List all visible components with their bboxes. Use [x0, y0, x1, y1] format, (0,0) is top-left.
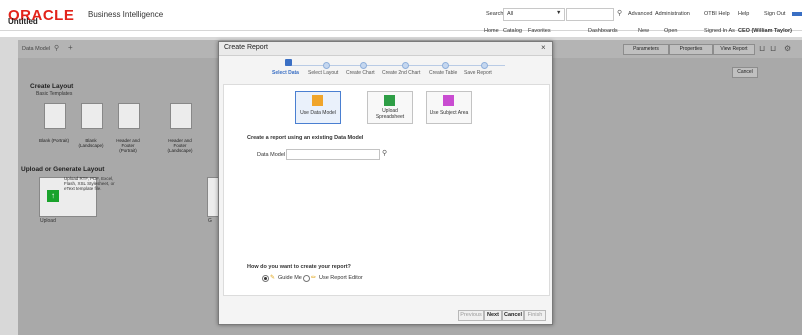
use-data-model-button[interactable]: Use Data Model — [295, 91, 341, 124]
use-subject-area-button[interactable]: Use Subject Area — [426, 91, 472, 124]
step-dot — [442, 62, 449, 69]
gear-icon[interactable]: ⚙ — [784, 44, 791, 53]
data-model-input[interactable] — [286, 149, 380, 160]
search-scope-value: All — [507, 11, 514, 17]
create-report-dialog: Create Report × Select Data Select Layou… — [218, 41, 553, 325]
search-label: Search — [486, 11, 504, 17]
save-as-icon[interactable]: ⊔ — [770, 44, 776, 53]
create-layout-heading: Create Layout — [30, 83, 74, 90]
template-blank-portrait[interactable] — [44, 103, 66, 129]
basic-templates-heading: Basic Templates — [36, 91, 73, 97]
template-header-footer-portrait[interactable] — [118, 103, 140, 129]
nav-dashboards[interactable]: Dashboards — [588, 28, 618, 34]
parameters-button[interactable]: Parameters — [623, 44, 669, 55]
upload-spreadsheet-button[interactable]: Upload Spreadsheet — [367, 91, 413, 124]
dialog-title: Create Report — [224, 44, 268, 51]
menu-icon[interactable] — [792, 12, 802, 16]
nav-home[interactable]: Home — [484, 28, 499, 34]
sign-out-link[interactable]: Sign Out — [764, 11, 785, 17]
top-bar: ORACLE Business Intelligence Search All … — [0, 0, 802, 31]
previous-button[interactable]: Previous — [458, 310, 484, 321]
search-icon[interactable]: ⚲ — [617, 9, 622, 17]
advanced-link[interactable]: Advanced — [628, 11, 652, 17]
radio-selected-dot — [264, 277, 267, 280]
use-data-model-label: Use Data Model — [300, 110, 336, 116]
wand-icon: ✎ — [270, 275, 276, 281]
template-label: Header and Footer (Portrait) — [116, 138, 140, 153]
guide-me-radio[interactable] — [262, 275, 269, 282]
template-label: Blank (Portrait) — [39, 138, 70, 143]
step-create-2nd-chart[interactable]: Create 2nd Chart — [382, 70, 420, 76]
template-header-footer-landscape[interactable] — [170, 103, 192, 129]
administration-link[interactable]: Administration — [655, 11, 690, 17]
step-select-layout[interactable]: Select Layout — [308, 70, 338, 76]
data-model-label: Data Model — [22, 46, 51, 52]
otbi-help-link[interactable]: OTBI Help — [704, 11, 730, 17]
nav-favorites[interactable]: Favorites — [528, 28, 551, 34]
data-model-field-label: Data Model — [257, 152, 286, 158]
view-report-button[interactable]: View Report — [713, 44, 755, 55]
search-scope-select[interactable]: All ▼ — [503, 8, 565, 21]
save-icon[interactable]: ⊔ — [759, 44, 765, 53]
wizard-track — [285, 65, 505, 66]
product-name: Business Intelligence — [88, 10, 164, 19]
page-title: Untitled — [8, 17, 38, 26]
generate-label: G — [208, 218, 212, 224]
select-data-step-icon — [285, 59, 292, 66]
step-dot — [402, 62, 409, 69]
spreadsheet-icon — [384, 95, 395, 106]
upload-arrow-icon: ↑ — [47, 190, 59, 202]
properties-button[interactable]: Properties — [669, 44, 713, 55]
finish-button[interactable]: Finish — [524, 310, 546, 321]
step-save-report[interactable]: Save Report — [464, 70, 492, 76]
help-menu[interactable]: Help — [738, 11, 749, 17]
use-subject-area-label: Use Subject Area — [429, 110, 469, 116]
nav-catalog[interactable]: Catalog — [503, 28, 522, 34]
step-select-data[interactable]: Select Data — [272, 70, 299, 76]
creation-method-prompt: How do you want to create your report? — [247, 264, 351, 270]
search-icon[interactable]: ⚲ — [382, 149, 387, 157]
subject-area-icon — [443, 95, 454, 106]
dialog-body: Use Data Model Upload Spreadsheet Use Su… — [223, 84, 550, 296]
existing-model-prompt: Create a report using an existing Data M… — [247, 135, 364, 141]
step-create-table[interactable]: Create Table — [429, 70, 457, 76]
data-model-icon — [312, 95, 323, 106]
add-icon[interactable]: + — [68, 43, 73, 52]
step-dot — [481, 62, 488, 69]
step-create-chart[interactable]: Create Chart — [346, 70, 375, 76]
upload-spreadsheet-label: Upload Spreadsheet — [375, 108, 405, 120]
signed-in-label: Signed In As — [704, 28, 735, 34]
upload-label: Upload — [40, 218, 56, 224]
use-report-editor-radio[interactable] — [303, 275, 310, 282]
step-dot — [323, 62, 330, 69]
step-dot — [360, 62, 367, 69]
search-icon[interactable]: ⚲ — [54, 44, 59, 52]
template-label: Header and Footer (Landscape) — [167, 138, 193, 153]
use-report-editor-label: Use Report Editor — [319, 275, 363, 281]
pencil-icon: ✏ — [311, 275, 317, 281]
cancel-button[interactable]: Cancel — [732, 67, 758, 78]
upload-heading: Upload or Generate Layout — [21, 166, 105, 173]
upload-description: Upload RTF, PDF, Excel, Flash, XSL Style… — [64, 176, 115, 191]
next-button[interactable]: Next — [484, 310, 502, 321]
dialog-header: Create Report × — [219, 42, 552, 56]
template-blank-landscape[interactable] — [81, 103, 103, 129]
nav-new[interactable]: New — [638, 28, 649, 34]
search-input[interactable] — [566, 8, 614, 21]
guide-me-label: Guide Me — [278, 275, 302, 281]
cancel-button[interactable]: Cancel — [502, 310, 524, 321]
close-icon[interactable]: × — [541, 43, 546, 52]
nav-open[interactable]: Open — [664, 28, 677, 34]
chevron-down-icon: ▼ — [556, 10, 562, 16]
user-menu[interactable]: CEO (William Taylor) — [738, 28, 792, 34]
template-label: Blank (Landscape) — [78, 138, 104, 148]
